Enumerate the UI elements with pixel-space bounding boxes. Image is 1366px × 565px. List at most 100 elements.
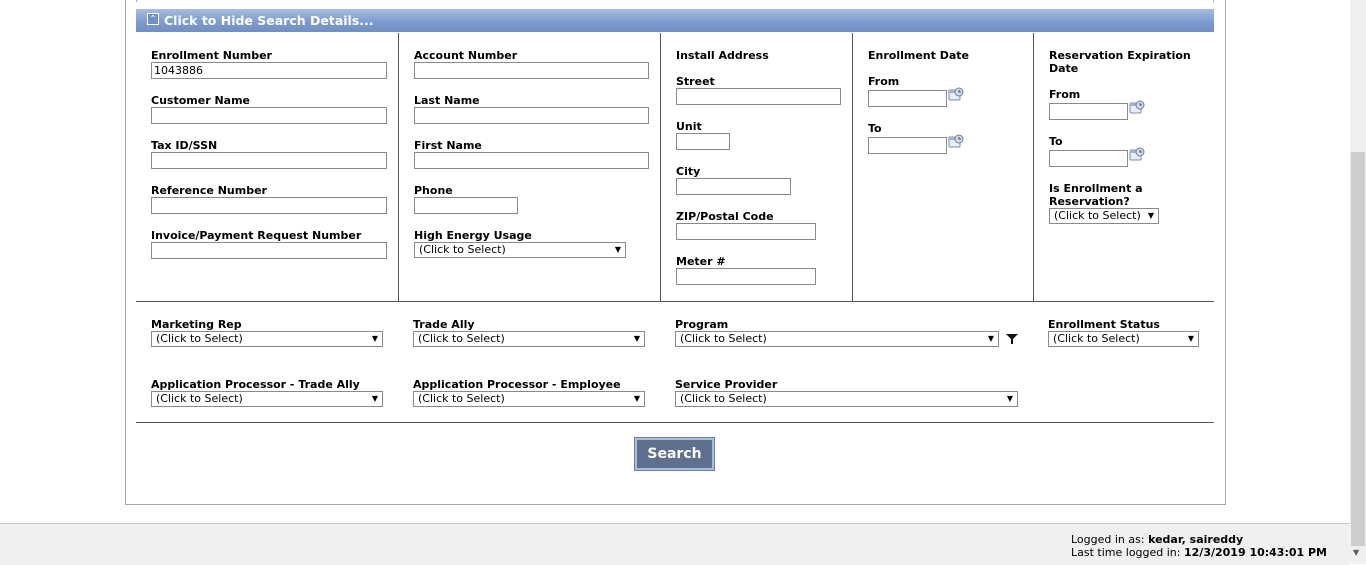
section-divider — [136, 301, 1214, 302]
enrollment-status-label: Enrollment Status — [1048, 318, 1160, 331]
reservation-expiration-title: Reservation Expiration — [1049, 49, 1191, 62]
app-proc-employee-label: Application Processor - Employee — [413, 378, 621, 391]
marketing-rep-value: (Click to Select) — [156, 332, 243, 345]
chevron-down-icon: ▼ — [1006, 394, 1013, 403]
tax-id-label: Tax ID/SSN — [151, 139, 218, 152]
phone-label: Phone — [414, 184, 453, 197]
enrollment-status-value: (Click to Select) — [1053, 332, 1140, 345]
chevron-down-icon: ▼ — [371, 394, 378, 403]
first-name-input[interactable] — [414, 152, 649, 169]
enrollment-number-input[interactable] — [151, 62, 387, 79]
zip-input[interactable] — [676, 223, 816, 240]
scrollbar-thumb[interactable] — [1351, 152, 1365, 546]
trade-ally-select[interactable]: (Click to Select) ▼ — [413, 331, 645, 347]
street-input[interactable] — [676, 88, 841, 105]
account-number-label: Account Number — [414, 49, 518, 62]
app-proc-trade-ally-select[interactable]: (Click to Select) ▼ — [151, 391, 383, 407]
reservation-to-input[interactable] — [1049, 150, 1128, 167]
invoice-number-label: Invoice/Payment Request Number — [151, 229, 362, 242]
panel-top-edge — [136, 0, 1214, 2]
invoice-number-input[interactable] — [151, 242, 387, 259]
program-label: Program — [675, 318, 729, 331]
city-label: City — [676, 165, 701, 178]
program-value: (Click to Select) — [680, 332, 767, 345]
calendar-icon[interactable] — [1129, 99, 1145, 115]
reservation-expiration-title-2: Date — [1049, 62, 1079, 75]
phone-input[interactable] — [414, 197, 518, 214]
last-name-input[interactable] — [414, 107, 649, 124]
collapse-up-icon: ⌃ — [147, 13, 159, 25]
last-login-label: Last time logged in: — [1071, 546, 1184, 559]
first-name-label: First Name — [414, 139, 482, 152]
chevron-down-icon: ▼ — [1187, 334, 1194, 343]
service-provider-value: (Click to Select) — [680, 392, 767, 405]
meter-input[interactable] — [676, 268, 816, 285]
column-divider — [398, 33, 399, 301]
last-login-line: Last time logged in: 12/3/2019 10:43:01 … — [1071, 546, 1327, 559]
enrollment-to-label: To — [868, 122, 882, 135]
chevron-down-icon: ▼ — [987, 334, 994, 343]
calendar-icon[interactable] — [948, 86, 964, 102]
chevron-down-icon: ▼ — [371, 334, 378, 343]
program-select[interactable]: (Click to Select) ▼ — [675, 331, 999, 347]
scroll-down-arrow-icon[interactable]: ▼ — [1353, 548, 1359, 557]
marketing-rep-select[interactable]: (Click to Select) ▼ — [151, 331, 383, 347]
unit-label: Unit — [676, 120, 702, 133]
street-label: Street — [676, 75, 715, 88]
last-name-label: Last Name — [414, 94, 480, 107]
chevron-down-icon: ▼ — [614, 245, 621, 254]
logged-in-user: kedar, saireddy — [1148, 533, 1244, 546]
column-divider — [1033, 33, 1034, 301]
reservation-from-label: From — [1049, 88, 1081, 101]
app-proc-employee-select[interactable]: (Click to Select) ▼ — [413, 391, 645, 407]
is-reservation-select[interactable]: (Click to Select) ▼ — [1049, 208, 1159, 224]
chevron-down-icon: ▼ — [1147, 211, 1154, 220]
reference-number-input[interactable] — [151, 197, 387, 214]
enrollment-from-label: From — [868, 75, 900, 88]
enrollment-date-title: Enrollment Date — [868, 49, 969, 62]
trade-ally-label: Trade Ally — [413, 318, 475, 331]
enrollment-status-select[interactable]: (Click to Select) ▼ — [1048, 331, 1199, 347]
enrollment-to-input[interactable] — [868, 137, 947, 154]
install-address-title: Install Address — [676, 49, 769, 62]
reservation-to-label: To — [1049, 135, 1063, 148]
filter-icon[interactable] — [1005, 332, 1019, 346]
customer-name-label: Customer Name — [151, 94, 250, 107]
last-login-value: 12/3/2019 10:43:01 PM — [1184, 546, 1327, 559]
zip-label: ZIP/Postal Code — [676, 210, 774, 223]
calendar-icon[interactable] — [948, 133, 964, 149]
app-proc-employee-value: (Click to Select) — [418, 392, 505, 405]
marketing-rep-label: Marketing Rep — [151, 318, 242, 331]
is-reservation-label: Is Enrollment a — [1049, 182, 1143, 195]
logged-in-line: Logged in as: kedar, saireddy — [1071, 533, 1243, 546]
column-divider — [852, 33, 853, 301]
tax-id-input[interactable] — [151, 152, 387, 169]
app-proc-trade-ally-value: (Click to Select) — [156, 392, 243, 405]
toggle-search-label: Click to Hide Search Details... — [164, 13, 374, 28]
reservation-from-input[interactable] — [1049, 103, 1128, 120]
column-divider — [660, 33, 661, 301]
reference-number-label: Reference Number — [151, 184, 267, 197]
account-number-input[interactable] — [414, 62, 649, 79]
meter-label: Meter # — [676, 255, 726, 268]
section-divider — [136, 422, 1214, 423]
high-energy-usage-select[interactable]: (Click to Select) ▼ — [414, 242, 626, 258]
unit-input[interactable] — [676, 133, 730, 150]
toggle-search-details[interactable]: ⌃ Click to Hide Search Details... — [136, 9, 1214, 32]
chevron-down-icon: ▼ — [633, 334, 640, 343]
enrollment-number-label: Enrollment Number — [151, 49, 272, 62]
logged-in-label: Logged in as: — [1071, 533, 1149, 546]
city-input[interactable] — [676, 178, 791, 195]
chevron-down-icon: ▼ — [633, 394, 640, 403]
calendar-icon[interactable] — [1129, 146, 1145, 162]
enrollment-from-input[interactable] — [868, 90, 947, 107]
high-energy-usage-label: High Energy Usage — [414, 229, 532, 242]
app-proc-trade-ally-label: Application Processor - Trade Ally — [151, 378, 360, 391]
customer-name-input[interactable] — [151, 107, 387, 124]
search-button[interactable]: Search — [634, 437, 715, 471]
service-provider-label: Service Provider — [675, 378, 778, 391]
trade-ally-value: (Click to Select) — [418, 332, 505, 345]
service-provider-select[interactable]: (Click to Select) ▼ — [675, 391, 1018, 407]
is-reservation-label-2: Reservation? — [1049, 195, 1130, 208]
high-energy-usage-value: (Click to Select) — [419, 243, 506, 256]
